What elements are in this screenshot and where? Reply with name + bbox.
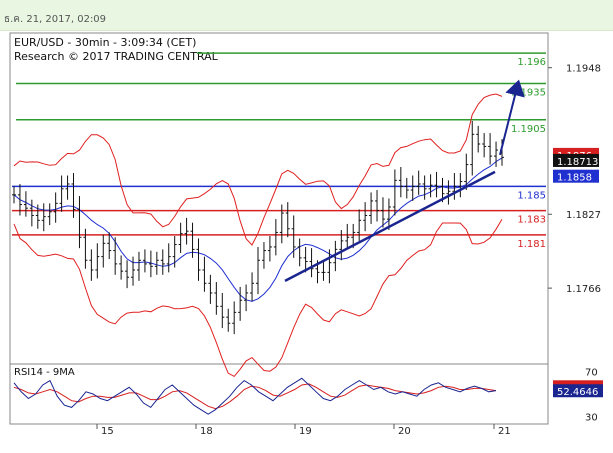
price-bar	[142, 249, 147, 273]
price-bar	[101, 234, 106, 268]
price-bar	[166, 243, 171, 273]
y-tick-label-1: 1.1827	[566, 210, 601, 221]
rsi-tick-label-0: 70	[585, 368, 598, 379]
price-bar	[434, 171, 439, 198]
price-bar	[89, 249, 94, 281]
rsi-badge-1: 52.4646	[553, 384, 603, 398]
price-bar	[267, 236, 272, 262]
level-label-3: 1.185	[517, 190, 546, 201]
price-bar	[256, 246, 260, 295]
price-bar	[65, 175, 70, 200]
x-tick-label-3: 20	[398, 426, 411, 437]
price-bar	[363, 202, 368, 232]
price-bar	[119, 255, 124, 280]
price-bar	[464, 153, 469, 191]
x-tick-label-2: 19	[299, 426, 312, 437]
price-bar	[244, 284, 249, 312]
rsi-tick-label-1: 30	[585, 412, 598, 423]
x-tick-label-0: 15	[101, 426, 114, 437]
price-bar	[238, 286, 243, 321]
price-bar	[345, 223, 350, 250]
price-chart: EUR/USD - 30min - 3:09:34 (CET) Research…	[9, 32, 603, 437]
price-bar	[422, 175, 427, 200]
chart-subtitle: Research © 2017 TRADING CENTRAL	[14, 50, 219, 63]
y-tick-label-2: 1.1766	[566, 284, 601, 295]
price-bar	[160, 249, 165, 275]
rsi-ma-line	[13, 383, 497, 410]
price-badge-2: 1.1858	[553, 169, 599, 184]
price-bar	[250, 272, 255, 302]
price-bar	[375, 190, 380, 222]
price-bar	[47, 203, 52, 226]
x-tick-label-1: 18	[200, 426, 213, 437]
band-lower	[13, 219, 503, 378]
price-bar	[446, 180, 451, 205]
price-bar	[214, 282, 219, 315]
band-upper	[13, 93, 503, 246]
price-bar	[77, 196, 82, 249]
price-bar	[184, 217, 189, 245]
price-badge-1: 1.18713	[553, 153, 599, 168]
price-bar	[285, 202, 290, 238]
price-bar	[220, 292, 225, 329]
price-bar	[273, 219, 278, 256]
price-bar	[488, 133, 493, 165]
price-bar	[41, 203, 46, 232]
price-bar	[232, 301, 237, 335]
price-bar	[482, 133, 487, 158]
price-bar	[125, 260, 130, 289]
price-bar	[196, 238, 201, 281]
price-bar	[202, 256, 207, 292]
price-bar	[321, 261, 326, 281]
price-bar	[23, 191, 28, 217]
price-bar	[226, 308, 231, 332]
price-bar	[136, 251, 141, 281]
rsi-panel-frame	[9, 363, 549, 425]
price-bar	[392, 169, 397, 216]
price-badge-label-1: 1.18713	[557, 157, 598, 168]
price-bar	[309, 248, 314, 278]
chart-title: EUR/USD - 30min - 3:09:34 (CET)	[14, 36, 196, 49]
main-panel-frame	[9, 32, 549, 365]
price-bar	[261, 242, 266, 269]
level-label-2: 1.1905	[511, 124, 546, 135]
level-label-5: 1.181	[517, 239, 546, 250]
price-bar	[107, 232, 112, 260]
price-bar	[404, 177, 409, 199]
price-bar	[398, 167, 403, 198]
price-bar	[95, 243, 100, 279]
rsi-line	[13, 377, 497, 415]
price-bar	[357, 209, 362, 241]
price-bar	[29, 199, 34, 227]
price-bar	[380, 197, 385, 228]
price-bar	[131, 256, 136, 286]
price-bar	[410, 175, 415, 201]
price-badge-label-2: 1.1858	[557, 173, 592, 184]
x-tick-label-4: 21	[498, 426, 511, 437]
price-bar	[154, 251, 159, 275]
price-bar	[369, 192, 374, 224]
price-bar	[470, 120, 475, 176]
price-bar	[416, 170, 421, 195]
price-bar	[458, 173, 463, 198]
y-tick-label-0: 1.1948	[566, 64, 601, 75]
level-label-4: 1.183	[517, 215, 546, 226]
price-bar	[53, 192, 58, 223]
price-bar	[208, 274, 213, 304]
price-bar	[476, 125, 481, 153]
price-bar	[113, 237, 118, 275]
price-bar	[297, 238, 302, 267]
level-label-0: 1.196	[517, 57, 546, 68]
rsi-badge-label-1: 52.4646	[557, 387, 598, 398]
price-bar	[12, 186, 16, 204]
rsi-title: RSI14 - 9MA	[14, 367, 75, 378]
price-bar	[178, 222, 183, 253]
